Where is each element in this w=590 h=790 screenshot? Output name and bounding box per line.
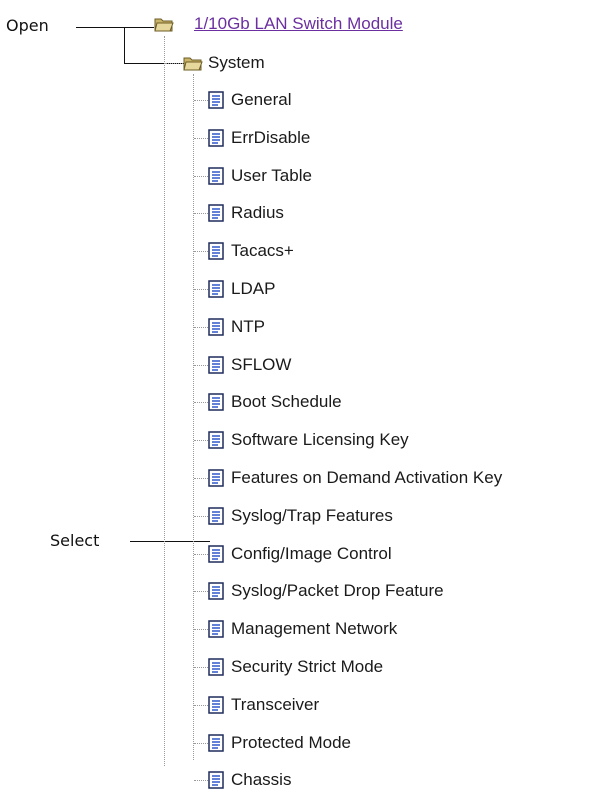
tree-leaf-label[interactable]: Syslog/Packet Drop Feature	[231, 581, 444, 601]
tree-leaf-label[interactable]: User Table	[231, 166, 312, 186]
tree-leaf-connector	[194, 289, 208, 290]
tree-leaf-item[interactable]: ErrDisable	[193, 128, 573, 148]
tree-leaf-connector	[194, 440, 208, 441]
tree-root-label[interactable]: 1/10Gb LAN Switch Module	[194, 14, 403, 34]
root-tree-guide	[164, 36, 165, 766]
tree-leaf-item[interactable]: NTP	[193, 317, 573, 337]
tree-leaf-label[interactable]: Boot Schedule	[231, 392, 342, 412]
document-icon	[208, 318, 224, 336]
tree-leaf-item[interactable]: Features on Demand Activation Key	[193, 468, 573, 488]
open-callout-label: Open	[6, 16, 49, 35]
tree-leaf-connector	[194, 629, 208, 630]
tree-leaf-connector	[194, 705, 208, 706]
folder-open-icon	[154, 18, 174, 32]
tree-leaf-item[interactable]: Security Strict Mode	[193, 657, 573, 677]
document-icon	[208, 469, 224, 487]
tree-leaf-label[interactable]: SFLOW	[231, 355, 291, 375]
document-icon	[208, 129, 224, 147]
tree-leaf-label[interactable]: Tacacs+	[231, 241, 294, 261]
tree-leaf-item[interactable]: Transceiver	[193, 695, 573, 715]
tree-leaf-connector	[194, 176, 208, 177]
tree-leaf-connector	[194, 402, 208, 403]
document-icon	[208, 280, 224, 298]
open-callout-line	[76, 27, 154, 28]
document-icon	[208, 771, 224, 789]
tree-leaf-connector	[194, 591, 208, 592]
tree-leaf-label[interactable]: LDAP	[231, 279, 275, 299]
tree-leaf-connector	[194, 365, 208, 366]
tree-leaf-item[interactable]: Management Network	[193, 619, 573, 639]
tree-leaf-connector	[194, 743, 208, 744]
tree-leaf-label[interactable]: General	[231, 90, 291, 110]
tree-leaf-label[interactable]: Config/Image Control	[231, 544, 392, 564]
tree-leaf-label[interactable]: Radius	[231, 203, 284, 223]
document-icon	[208, 734, 224, 752]
document-icon	[208, 91, 224, 109]
document-icon	[208, 507, 224, 525]
document-icon	[208, 696, 224, 714]
tree-leaf-connector	[194, 138, 208, 139]
tree-leaf-label[interactable]: Transceiver	[231, 695, 319, 715]
select-callout-label: Select	[50, 531, 100, 550]
tree-leaf-item[interactable]: Tacacs+	[193, 241, 573, 261]
document-icon	[208, 356, 224, 374]
tree-leaf-connector	[194, 667, 208, 668]
tree-leaf-label[interactable]: Software Licensing Key	[231, 430, 409, 450]
tree-leaf-label[interactable]: NTP	[231, 317, 265, 337]
document-icon	[208, 204, 224, 222]
tree-leaf-label[interactable]: Chassis	[231, 770, 291, 790]
tree-leaf-label[interactable]: Features on Demand Activation Key	[231, 468, 502, 488]
folder-open-icon	[183, 57, 203, 71]
tree-leaf-connector	[194, 554, 208, 555]
tree-leaf-label[interactable]: Management Network	[231, 619, 397, 639]
tree-leaf-item[interactable]: User Table	[193, 166, 573, 186]
tree-leaf-connector	[194, 478, 208, 479]
tree-leaf-item[interactable]: SFLOW	[193, 355, 573, 375]
tree-leaf-connector	[194, 516, 208, 517]
document-icon	[208, 167, 224, 185]
tree-system-label[interactable]: System	[208, 53, 265, 73]
document-icon	[208, 431, 224, 449]
document-icon	[208, 545, 224, 563]
tree-leaf-item[interactable]: Protected Mode	[193, 733, 573, 753]
tree-leaf-item[interactable]: Chassis	[193, 770, 573, 790]
tree-leaf-item[interactable]: Syslog/Packet Drop Feature	[193, 581, 573, 601]
tree-leaf-label[interactable]: Syslog/Trap Features	[231, 506, 393, 526]
tree-leaf-item[interactable]: Config/Image Control	[193, 544, 573, 564]
select-callout-line	[130, 541, 210, 542]
tree-leaf-connector	[194, 100, 208, 101]
document-icon	[208, 658, 224, 676]
tree-leaf-item[interactable]: Syslog/Trap Features	[193, 506, 573, 526]
tree-leaf-item[interactable]: General	[193, 90, 573, 110]
tree-leaf-item[interactable]: Radius	[193, 203, 573, 223]
tree-root-node[interactable]: 1/10Gb LAN Switch Module	[154, 14, 534, 34]
open-callout-connector	[124, 27, 125, 64]
document-icon	[208, 393, 224, 411]
document-icon	[208, 242, 224, 260]
tree-leaf-connector	[194, 213, 208, 214]
tree-leaf-connector	[194, 327, 208, 328]
tree-leaf-item[interactable]: LDAP	[193, 279, 573, 299]
system-tree-connector	[165, 63, 185, 64]
tree-leaf-label[interactable]: Security Strict Mode	[231, 657, 383, 677]
tree-leaf-item[interactable]: Software Licensing Key	[193, 430, 573, 450]
document-icon	[208, 582, 224, 600]
tree-leaf-label[interactable]: Protected Mode	[231, 733, 351, 753]
tree-leaf-item[interactable]: Boot Schedule	[193, 392, 573, 412]
document-icon	[208, 620, 224, 638]
tree-leaf-connector	[194, 251, 208, 252]
tree-system-node[interactable]: System	[183, 53, 563, 73]
tree-leaf-label[interactable]: ErrDisable	[231, 128, 310, 148]
tree-leaf-connector	[194, 780, 208, 781]
